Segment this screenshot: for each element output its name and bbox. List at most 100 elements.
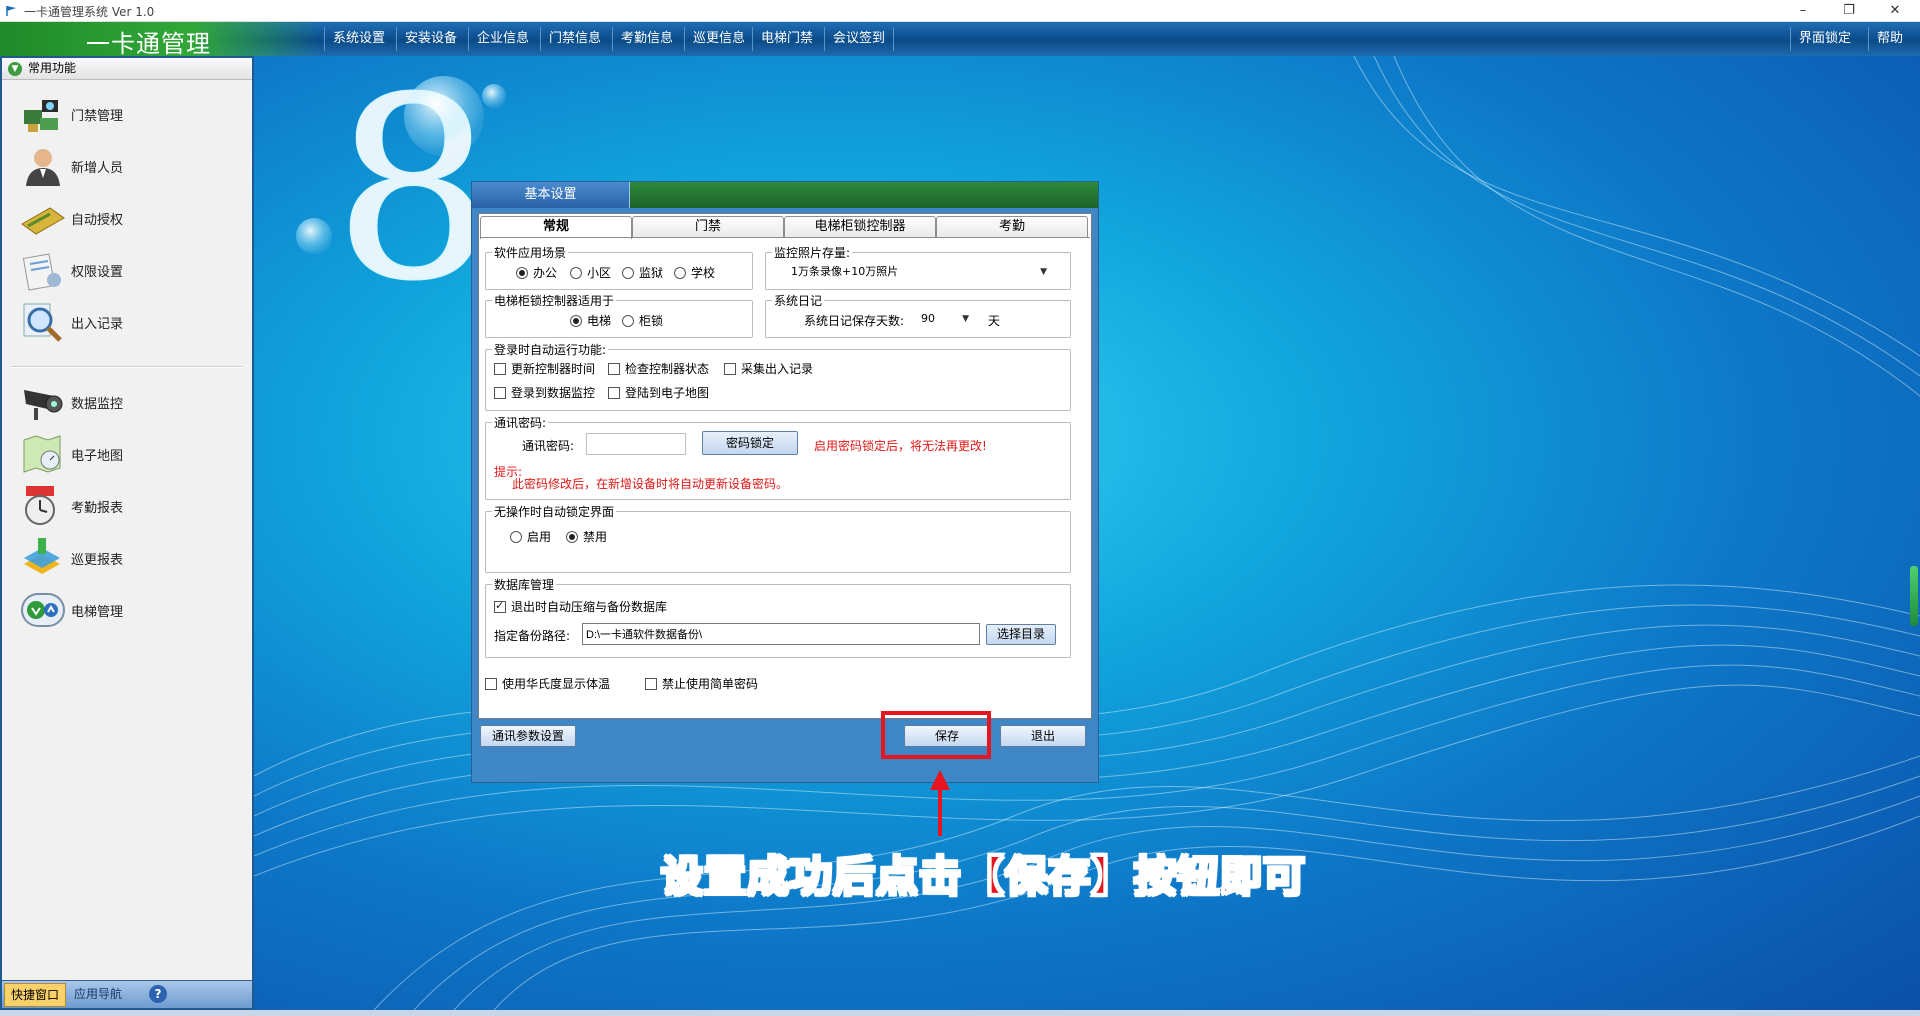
radio-office[interactable]: 办公 bbox=[516, 264, 557, 281]
radio-community[interactable]: 小区 bbox=[570, 264, 611, 281]
radio-label: 办公 bbox=[533, 266, 558, 280]
tab-general[interactable]: 常规 bbox=[480, 216, 632, 239]
autorun-group: 登录时自动运行功能: 更新控制器时间 检查控制器状态 采集出入记录 登录到数据监… bbox=[485, 341, 1071, 411]
function-label: 数据监控 bbox=[71, 397, 124, 412]
menu-install-device[interactable]: 安装设备 bbox=[396, 27, 465, 51]
collapse-arrow-icon[interactable]: ▼ bbox=[8, 62, 22, 76]
minimize-button[interactable]: – bbox=[1780, 0, 1826, 22]
panel-header[interactable]: ▼ 常用功能 bbox=[2, 58, 252, 80]
menu-help[interactable]: 帮助 bbox=[1868, 27, 1911, 51]
photo-storage-select[interactable]: 1万条录像+10万照片 ▼ bbox=[778, 261, 1054, 283]
basic-settings-dialog: 基本设置 常规 门禁 电梯柜锁控制器 考勤 软件应用场景 办公 小区 监狱 学校… bbox=[471, 181, 1099, 783]
comm-password-input[interactable] bbox=[586, 433, 686, 455]
permission-doc-icon bbox=[22, 253, 61, 291]
menu-elevator-access[interactable]: 电梯门禁 bbox=[752, 27, 821, 51]
map-icon bbox=[23, 435, 61, 473]
select-directory-button[interactable]: 选择目录 bbox=[986, 624, 1056, 645]
radio-dot bbox=[622, 267, 634, 279]
restore-button[interactable]: ❐ bbox=[1826, 0, 1872, 22]
check-fahrenheit[interactable]: 使用华氏度显示体温 bbox=[485, 675, 610, 692]
check-no-simple-password[interactable]: 禁止使用简单密码 bbox=[645, 675, 758, 692]
function-elevator-management[interactable]: 电梯管理 bbox=[16, 586, 236, 634]
lock-warning: 启用密码锁定后，将无法再更改! bbox=[814, 439, 987, 453]
backup-path-input[interactable] bbox=[582, 623, 980, 645]
radio-dot bbox=[510, 531, 522, 543]
menu-system-settings[interactable]: 系统设置 bbox=[324, 27, 393, 51]
comm-params-button[interactable]: 通讯参数设置 bbox=[480, 725, 576, 747]
function-auto-authorize[interactable]: 自动授权 bbox=[16, 194, 236, 242]
function-add-person[interactable]: 新增人员 bbox=[16, 142, 236, 190]
checkbox bbox=[608, 387, 620, 399]
check-login-map[interactable]: 登陆到电子地图 bbox=[608, 384, 709, 401]
menu-company-info[interactable]: 企业信息 bbox=[468, 27, 537, 51]
log-days-unit: 天 bbox=[988, 314, 1001, 328]
checkbox-label: 退出时自动压缩与备份数据库 bbox=[511, 600, 668, 614]
tab-access[interactable]: 门禁 bbox=[632, 216, 784, 238]
quick-functions-panel: ▼ 常用功能 门禁管理 新增人员 自动授权 权限设置 出入记录 数据监控 电子地… bbox=[0, 56, 254, 1010]
function-patrol-report[interactable]: 巡更报表 bbox=[16, 534, 236, 582]
close-button[interactable]: ✕ bbox=[1872, 0, 1918, 22]
clock-icon bbox=[25, 486, 55, 525]
checkbox-label: 更新控制器时间 bbox=[511, 362, 596, 376]
radio-idle-disable[interactable]: 禁用 bbox=[566, 528, 607, 545]
radio-dot bbox=[516, 267, 528, 279]
status-strip bbox=[0, 1010, 1920, 1016]
help-tab[interactable]: ? bbox=[142, 983, 174, 1007]
dropdown-caret-icon: ▼ bbox=[962, 314, 969, 324]
system-log-group: 系统日记 系统日记保存天数: 90 ▼ 天 bbox=[765, 292, 1071, 338]
radio-cabinet[interactable]: 柜锁 bbox=[622, 312, 663, 329]
check-update-time[interactable]: 更新控制器时间 bbox=[494, 360, 595, 377]
check-collect-records[interactable]: 采集出入记录 bbox=[724, 360, 813, 377]
tab-app-navigation[interactable]: 应用导航 bbox=[68, 983, 128, 1007]
function-data-monitor[interactable]: 数据监控 bbox=[16, 378, 236, 426]
function-entry-records[interactable]: 出入记录 bbox=[16, 298, 236, 346]
password-lock-button[interactable]: 密码锁定 bbox=[702, 431, 798, 455]
tip-text: 此密码修改后，在新增设备时将自动更新设备密码。 bbox=[512, 477, 789, 491]
scene-group: 软件应用场景 办公 小区 监狱 学校 bbox=[485, 244, 753, 290]
function-label: 新增人员 bbox=[71, 161, 124, 176]
backup-path-label: 指定备份路径: bbox=[494, 629, 571, 643]
menu-meeting-signin[interactable]: 会议签到 bbox=[824, 27, 895, 51]
instruction-annotation: 设置成功后点击【保存】按钮即可 bbox=[660, 851, 1307, 902]
function-label: 门禁管理 bbox=[71, 109, 124, 124]
check-controller-status[interactable]: 检查控制器状态 bbox=[608, 360, 709, 377]
menu-attendance-info[interactable]: 考勤信息 bbox=[612, 27, 681, 51]
tab-elevator-controller[interactable]: 电梯柜锁控制器 bbox=[784, 216, 936, 238]
function-permission-settings[interactable]: 权限设置 bbox=[16, 246, 236, 294]
function-label: 权限设置 bbox=[71, 265, 124, 280]
check-login-monitor[interactable]: 登录到数据监控 bbox=[494, 384, 595, 401]
cabinet-lock-group: 电梯柜锁控制器适用于 电梯 柜锁 bbox=[485, 292, 753, 338]
checkbox-label: 检查控制器状态 bbox=[625, 362, 710, 376]
menu-lock-ui[interactable]: 界面锁定 bbox=[1790, 27, 1859, 51]
function-access-control[interactable]: 门禁管理 bbox=[16, 90, 236, 138]
radio-elevator[interactable]: 电梯 bbox=[570, 312, 611, 329]
dropdown-caret-icon: ▼ bbox=[1040, 267, 1047, 277]
checkbox bbox=[485, 678, 497, 690]
function-label: 电子地图 bbox=[71, 449, 124, 464]
menu-access-info[interactable]: 门禁信息 bbox=[540, 27, 609, 51]
radio-idle-enable[interactable]: 启用 bbox=[510, 528, 551, 545]
radio-label: 学校 bbox=[691, 266, 716, 280]
check-auto-backup[interactable]: 退出时自动压缩与备份数据库 bbox=[494, 598, 667, 615]
radio-prison[interactable]: 监狱 bbox=[622, 264, 663, 281]
radio-school[interactable]: 学校 bbox=[674, 264, 715, 281]
tab-attendance[interactable]: 考勤 bbox=[936, 216, 1088, 238]
radio-dot bbox=[622, 315, 634, 327]
tab-quick-window[interactable]: 快捷窗口 bbox=[4, 983, 67, 1007]
function-e-map[interactable]: 电子地图 bbox=[16, 430, 236, 478]
scrollbar-thumb[interactable] bbox=[1910, 566, 1918, 626]
function-attendance-report[interactable]: 考勤报表 bbox=[16, 482, 236, 530]
radio-label: 小区 bbox=[587, 266, 612, 280]
group-title: 系统日记 bbox=[772, 292, 825, 309]
log-days-select[interactable]: 90 ▼ bbox=[916, 308, 976, 330]
function-label: 自动授权 bbox=[71, 213, 124, 228]
group-title: 登录时自动运行功能: bbox=[492, 341, 609, 358]
camera-icon bbox=[24, 390, 63, 420]
exit-button[interactable]: 退出 bbox=[1000, 725, 1086, 747]
access-control-icon bbox=[24, 100, 58, 132]
settings-tabs: 常规 门禁 电梯柜锁控制器 考勤 bbox=[480, 216, 1090, 239]
radio-label: 启用 bbox=[527, 530, 552, 544]
radio-dot bbox=[566, 531, 578, 543]
menu-patrol-info[interactable]: 巡更信息 bbox=[684, 27, 753, 51]
magnifier-icon bbox=[23, 303, 62, 342]
